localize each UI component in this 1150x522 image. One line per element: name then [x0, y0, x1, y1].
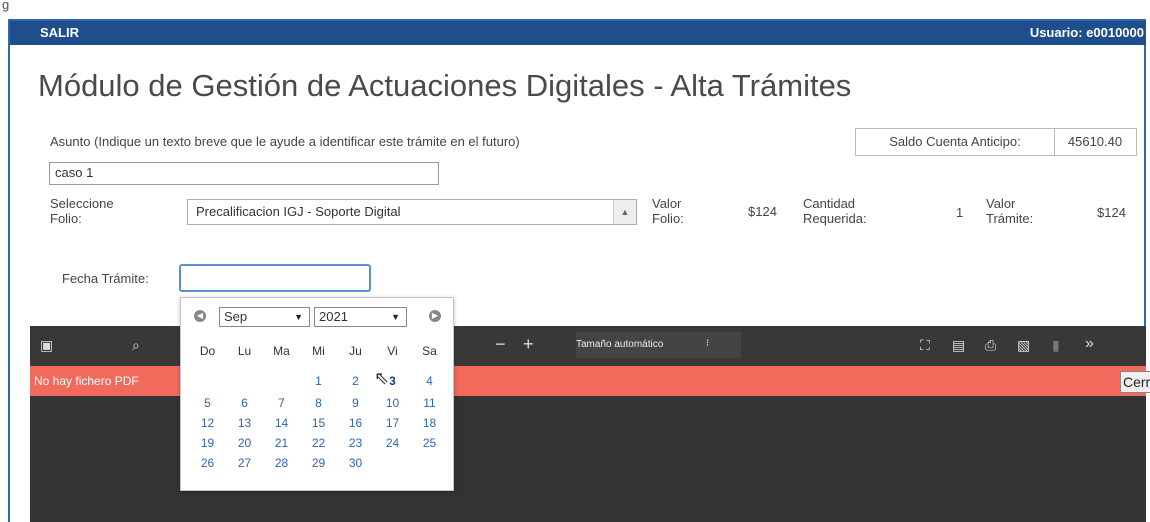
- weekday-label: Mi: [312, 344, 325, 358]
- calendar-day[interactable]: 30: [337, 456, 374, 470]
- calendar-week: 5 6 7 8 9 10 11: [189, 396, 451, 414]
- calendar-day[interactable]: 1: [300, 374, 337, 388]
- cantidad-label-line2: Requerida:: [803, 211, 867, 226]
- user-label: Usuario: e0010000: [1029, 25, 1144, 40]
- zoom-select[interactable]: Tamaño automático ⁝: [576, 332, 741, 358]
- prev-month-icon[interactable]: ◀: [194, 310, 206, 322]
- valor-folio-label-line2: Folio:: [652, 211, 684, 226]
- weekday-label: Ma: [273, 344, 290, 358]
- valor-folio-label: Valor Folio:: [652, 196, 684, 226]
- next-month-icon[interactable]: ▶: [429, 310, 441, 322]
- weekday-label: Sa: [422, 344, 437, 358]
- calendar-week: 26 27 28 29 30: [189, 456, 451, 474]
- calendar-day[interactable]: 27: [226, 456, 263, 470]
- calendar-week: 19 20 21 22 23 24 25: [189, 436, 451, 454]
- calendar-day[interactable]: 28: [263, 456, 300, 470]
- calendar-day[interactable]: 14: [263, 416, 300, 430]
- calendar-day[interactable]: 16: [337, 416, 374, 430]
- asunto-label: Asunto (Indique un texto breve que le ay…: [50, 134, 520, 149]
- calendar-day[interactable]: 13: [226, 416, 263, 430]
- folio-label-line2: Folio:: [50, 211, 82, 226]
- saldo-box: Saldo Cuenta Anticipo: 45610.40: [855, 128, 1137, 156]
- calendar-day[interactable]: 10: [374, 396, 411, 410]
- calendar-day[interactable]: 19: [189, 436, 226, 450]
- top-bar: SALIR Usuario: e0010000: [10, 21, 1146, 45]
- cerrar-button[interactable]: Cerrar: [1120, 371, 1150, 393]
- calendar-day[interactable]: 17: [374, 416, 411, 430]
- chevron-down-icon: ▼: [294, 312, 303, 322]
- year-select[interactable]: 2021 ▼: [314, 307, 407, 327]
- calendar-day[interactable]: 7: [263, 396, 300, 410]
- salir-link[interactable]: SALIR: [40, 25, 79, 40]
- open-file-icon[interactable]: ▤: [952, 337, 965, 354]
- valor-tramite-label-line1: Valor: [986, 196, 1016, 211]
- saldo-label: Saldo Cuenta Anticipo:: [856, 129, 1055, 155]
- folio-label-line1: Seleccione: [50, 196, 114, 211]
- zoom-out-icon[interactable]: −: [495, 334, 506, 355]
- cantidad-label: Cantidad Requerida:: [803, 196, 867, 226]
- valor-tramite-label: Valor Trámite:: [986, 196, 1033, 226]
- calendar-day[interactable]: 8: [300, 396, 337, 410]
- calendar-week: 1 2 3 4: [189, 374, 451, 392]
- folio-select[interactable]: Precalificacion IGJ - Soporte Digital ▲: [187, 199, 637, 225]
- folio-select-value: Precalificacion IGJ - Soporte Digital: [196, 204, 401, 219]
- asunto-input[interactable]: caso 1: [49, 162, 439, 185]
- calendar-day[interactable]: 24: [374, 436, 411, 450]
- weekday-label: Lu: [237, 344, 252, 358]
- cantidad-label-line1: Cantidad: [803, 196, 856, 211]
- fecha-label: Fecha Trámite:: [62, 271, 149, 286]
- calendar-week: 12 13 14 15 16 17 18: [189, 416, 451, 434]
- year-select-value: 2021: [319, 309, 348, 324]
- calendar-day[interactable]: 21: [263, 436, 300, 450]
- month-select-value: Sep: [224, 309, 248, 324]
- calendar-day[interactable]: 4: [411, 374, 448, 388]
- chevron-down-icon: ▼: [391, 312, 400, 322]
- folio-label: Seleccione Folio:: [50, 196, 160, 226]
- cantidad-value: 1: [956, 205, 964, 220]
- frame-label: g: [2, 0, 10, 12]
- sidebar-toggle-icon[interactable]: ▣: [40, 337, 53, 354]
- calendar-day[interactable]: 23: [337, 436, 374, 450]
- more-tools-icon[interactable]: »: [1085, 335, 1094, 353]
- calendar-day[interactable]: 9: [337, 396, 374, 410]
- weekday-label: Ju: [349, 344, 362, 358]
- search-icon[interactable]: ⌕: [132, 337, 140, 354]
- calendar-day[interactable]: 18: [411, 416, 448, 430]
- calendar-day[interactable]: 15: [300, 416, 337, 430]
- datepicker-popup: ◀ Sep ▼ 2021 ▼ ▶ Do Lu Ma Mi Ju Vi Sa 1 …: [180, 297, 454, 491]
- chevron-updown-icon: ⁝: [706, 338, 710, 349]
- weekday-label: Do: [199, 344, 216, 358]
- calendar-day[interactable]: 20: [226, 436, 263, 450]
- valor-folio-value: $124: [748, 204, 777, 219]
- select-arrow-icon[interactable]: ▲: [613, 200, 636, 224]
- weekday-label: Vi: [387, 344, 398, 358]
- saldo-value: 45610.40: [1067, 134, 1123, 149]
- valor-folio-label-line1: Valor: [652, 196, 682, 211]
- bookmark-icon[interactable]: ▮: [1052, 337, 1060, 354]
- mouse-cursor-icon: ⇖: [374, 368, 390, 388]
- print-icon[interactable]: ⎙: [985, 337, 996, 354]
- calendar-day[interactable]: 22: [300, 436, 337, 450]
- download-icon[interactable]: ▧: [1017, 337, 1030, 354]
- valor-tramite-label-line2: Trámite:: [986, 211, 1034, 226]
- calendar-day[interactable]: 6: [226, 396, 263, 410]
- zoom-select-value: Tamaño automático: [576, 339, 664, 350]
- calendar-day[interactable]: 26: [189, 456, 226, 470]
- calendar-day[interactable]: 5: [189, 396, 226, 410]
- calendar-day[interactable]: 25: [411, 436, 448, 450]
- pdf-error-text: No hay fichero PDF: [34, 374, 139, 388]
- calendar-day[interactable]: 2: [337, 374, 374, 388]
- calendar-day[interactable]: 11: [411, 396, 448, 410]
- month-select[interactable]: Sep ▼: [219, 307, 310, 327]
- fullscreen-icon[interactable]: ⛶: [920, 337, 930, 354]
- zoom-in-icon[interactable]: +: [523, 334, 534, 355]
- fecha-input[interactable]: [179, 264, 371, 292]
- calendar-day[interactable]: 12: [189, 416, 226, 430]
- valor-tramite-value: $124: [1097, 205, 1126, 220]
- calendar-day[interactable]: 29: [300, 456, 337, 470]
- page-title: Módulo de Gestión de Actuaciones Digital…: [38, 68, 852, 103]
